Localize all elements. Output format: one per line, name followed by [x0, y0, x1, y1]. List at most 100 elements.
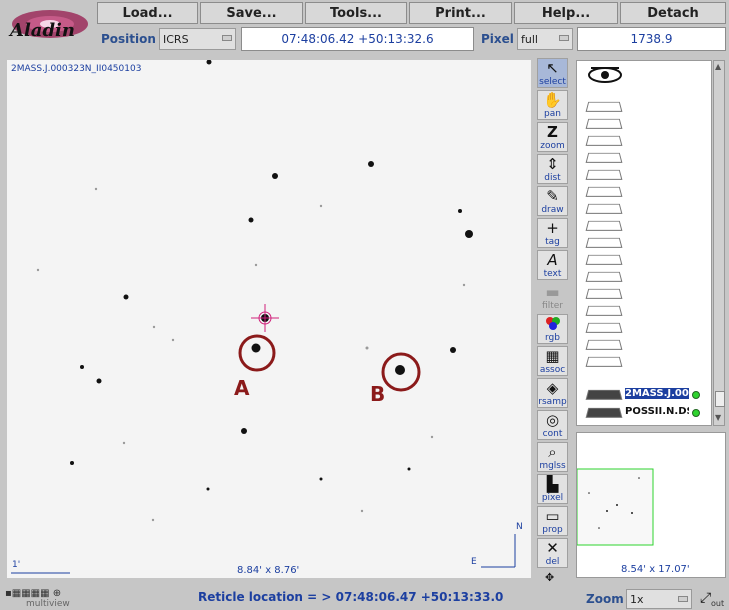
plane-status-icon — [692, 409, 700, 417]
tool-prop[interactable]: ▭ prop — [537, 506, 568, 536]
overview-fov-label: 8.54' x 17.07' — [621, 564, 690, 575]
reticle-status: Reticle location = > 07:48:06.47 +50:13:… — [198, 590, 504, 604]
hand-icon: ✋ — [543, 91, 562, 109]
empty-plane[interactable] — [585, 135, 623, 146]
image-plane-icon[interactable] — [585, 407, 623, 418]
tool-cont[interactable]: ◎ cont — [537, 410, 568, 440]
overview-image — [577, 468, 654, 546]
tool-select[interactable]: ↖ select — [537, 58, 568, 88]
image-view[interactable]: 2MASS.J.000323N_II0450103 A B 1' 8.84' x… — [7, 60, 531, 578]
scrollbar-thumb[interactable] — [715, 391, 725, 407]
empty-plane[interactable] — [585, 118, 623, 129]
detach-button[interactable]: Detach — [620, 2, 726, 24]
empty-plane[interactable] — [585, 203, 623, 214]
fov-label: 8.84' x 8.76' — [237, 565, 300, 576]
delete-icon: ✕ — [546, 539, 559, 557]
print-button[interactable]: Print... — [409, 2, 512, 24]
tool-text[interactable]: Atext — [537, 250, 568, 280]
pixel-value-field: 1738.9 — [577, 27, 726, 51]
multiview-icons[interactable]: ▪▦▦▦▦ ⊕ — [5, 588, 61, 599]
tool-del[interactable]: ✕ del — [537, 538, 568, 568]
tool-rsamp[interactable]: ◈ rsamp — [537, 378, 568, 408]
empty-plane[interactable] — [585, 152, 623, 163]
empty-plane[interactable] — [585, 237, 623, 248]
chevron-down-icon — [678, 596, 688, 602]
tool-rgb[interactable]: rgb — [537, 314, 568, 344]
tool-filter[interactable]: ▬ filter — [537, 282, 568, 312]
star-field — [11, 60, 516, 574]
resize-handle-icon[interactable]: ✥ — [545, 571, 554, 584]
position-field[interactable]: 07:48:06.42 +50:13:32.6 — [241, 27, 474, 51]
distance-icon: ⇕ — [546, 155, 559, 173]
logo-text: Aladin — [10, 20, 75, 41]
pixel-mode-value: full — [521, 32, 538, 46]
filter-icon: ▬ — [545, 283, 560, 301]
empty-plane[interactable] — [585, 356, 623, 367]
compass-north-label: N — [516, 522, 523, 532]
empty-plane[interactable] — [585, 220, 623, 231]
pencil-icon: ✎ — [546, 187, 559, 205]
contour-icon: ◎ — [545, 411, 560, 429]
scale-label: 1' — [12, 560, 21, 570]
zoom-out-button[interactable]: ⤢ out — [700, 587, 726, 609]
empty-plane[interactable] — [585, 288, 623, 299]
tool-dist[interactable]: ⇕ dist — [537, 154, 568, 184]
scroll-down-icon[interactable]: ▼ — [715, 413, 721, 422]
tool-pan[interactable]: ✋ pan — [537, 90, 568, 120]
eye-icon[interactable] — [587, 65, 623, 89]
magnifier-icon: ⌕ — [548, 443, 557, 461]
frame-select[interactable]: ICRS — [159, 28, 236, 50]
tool-assoc[interactable]: ▦ assoc — [537, 346, 568, 376]
empty-plane[interactable] — [585, 271, 623, 282]
pixel-mode-select[interactable]: full — [517, 28, 573, 50]
position-value: 07:48:06.42 +50:13:32.6 — [281, 32, 434, 46]
overview-panel[interactable]: 8.54' x 17.07' — [576, 432, 726, 578]
empty-plane[interactable] — [585, 186, 623, 197]
empty-plane[interactable] — [585, 169, 623, 180]
tool-tag[interactable]: + tag — [537, 218, 568, 248]
scroll-up-icon[interactable]: ▲ — [715, 62, 721, 71]
plane-status-icon — [692, 391, 700, 399]
tool-zoom[interactable]: Zzoom — [537, 122, 568, 152]
reticle-icon — [251, 304, 279, 332]
empty-plane[interactable] — [585, 101, 623, 112]
multiview-label: multiview — [26, 599, 70, 609]
image-plane-icon[interactable] — [585, 389, 623, 400]
help-button[interactable]: Help... — [514, 2, 618, 24]
empty-plane[interactable] — [585, 339, 623, 350]
pixel-value: 1738.9 — [630, 32, 673, 46]
zoom-select[interactable]: 1x — [626, 589, 692, 609]
aladin-logo: Aladin — [6, 4, 90, 48]
film-icon: ▦ — [545, 347, 560, 365]
tool-draw[interactable]: ✎ draw — [537, 186, 568, 216]
plane-name[interactable]: 2MASS.J.000 — [625, 388, 689, 399]
plane-name[interactable]: POSSII.N.DSS — [625, 406, 689, 417]
save-button[interactable]: Save... — [200, 2, 303, 24]
pixel-icon: ▙ — [546, 475, 559, 493]
crosshair-icon: + — [546, 219, 559, 237]
tool-mglss[interactable]: ⌕ mglss — [537, 442, 568, 472]
compass-east-label: E — [471, 557, 477, 567]
empty-plane[interactable] — [585, 322, 623, 333]
position-label: Position — [101, 32, 156, 46]
frame-value: ICRS — [163, 32, 189, 46]
zoom-out-label: out — [711, 599, 725, 608]
stack-scrollbar[interactable]: ▲ ▼ — [713, 60, 725, 426]
empty-plane[interactable] — [585, 254, 623, 265]
plane-stack[interactable]: 2MASS.J.000 POSSII.N.DSS — [576, 60, 712, 426]
marker-label-b: B — [370, 382, 386, 406]
arrow-icon: ↖ — [546, 59, 559, 77]
zoom-icon: Z — [547, 123, 558, 141]
tool-pixel[interactable]: ▙ pixel — [537, 474, 568, 504]
marker-circles — [238, 334, 421, 392]
zoom-out-icon: ⤢ — [700, 590, 712, 606]
marker-label-a: A — [234, 376, 250, 400]
resample-icon: ◈ — [546, 379, 559, 397]
pixel-label: Pixel — [481, 32, 514, 46]
zoom-value: 1x — [630, 592, 644, 606]
empty-plane[interactable] — [585, 305, 623, 316]
load-button[interactable]: Load... — [97, 2, 198, 24]
chevron-down-icon — [222, 35, 232, 41]
tools-button[interactable]: Tools... — [305, 2, 407, 24]
text-icon: A — [547, 251, 558, 269]
